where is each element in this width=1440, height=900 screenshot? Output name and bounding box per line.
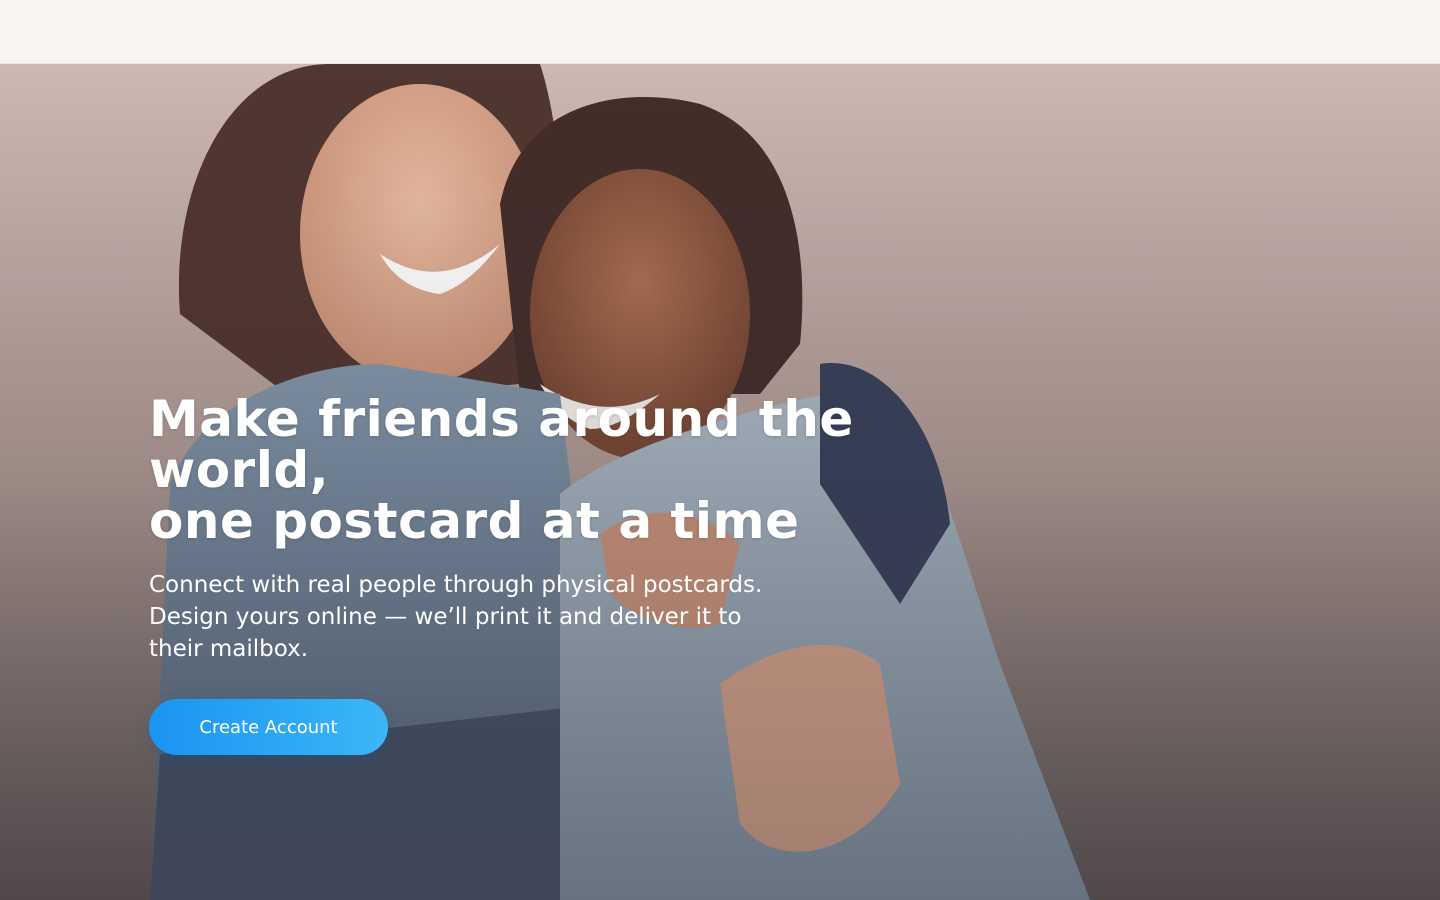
headline-line-2: one postcard at a time: [149, 492, 800, 550]
hero-headline: Make friends around the world, one postc…: [149, 394, 869, 547]
headline-line-1: Make friends around the world,: [149, 390, 854, 499]
hero-content: Make friends around the world, one postc…: [149, 394, 869, 755]
hero-section: Make friends around the world, one postc…: [0, 64, 1440, 900]
create-account-button[interactable]: Create Account: [149, 699, 388, 755]
top-navigation-bar: [0, 0, 1440, 64]
hero-subtext: Connect with real people through physica…: [149, 572, 763, 662]
